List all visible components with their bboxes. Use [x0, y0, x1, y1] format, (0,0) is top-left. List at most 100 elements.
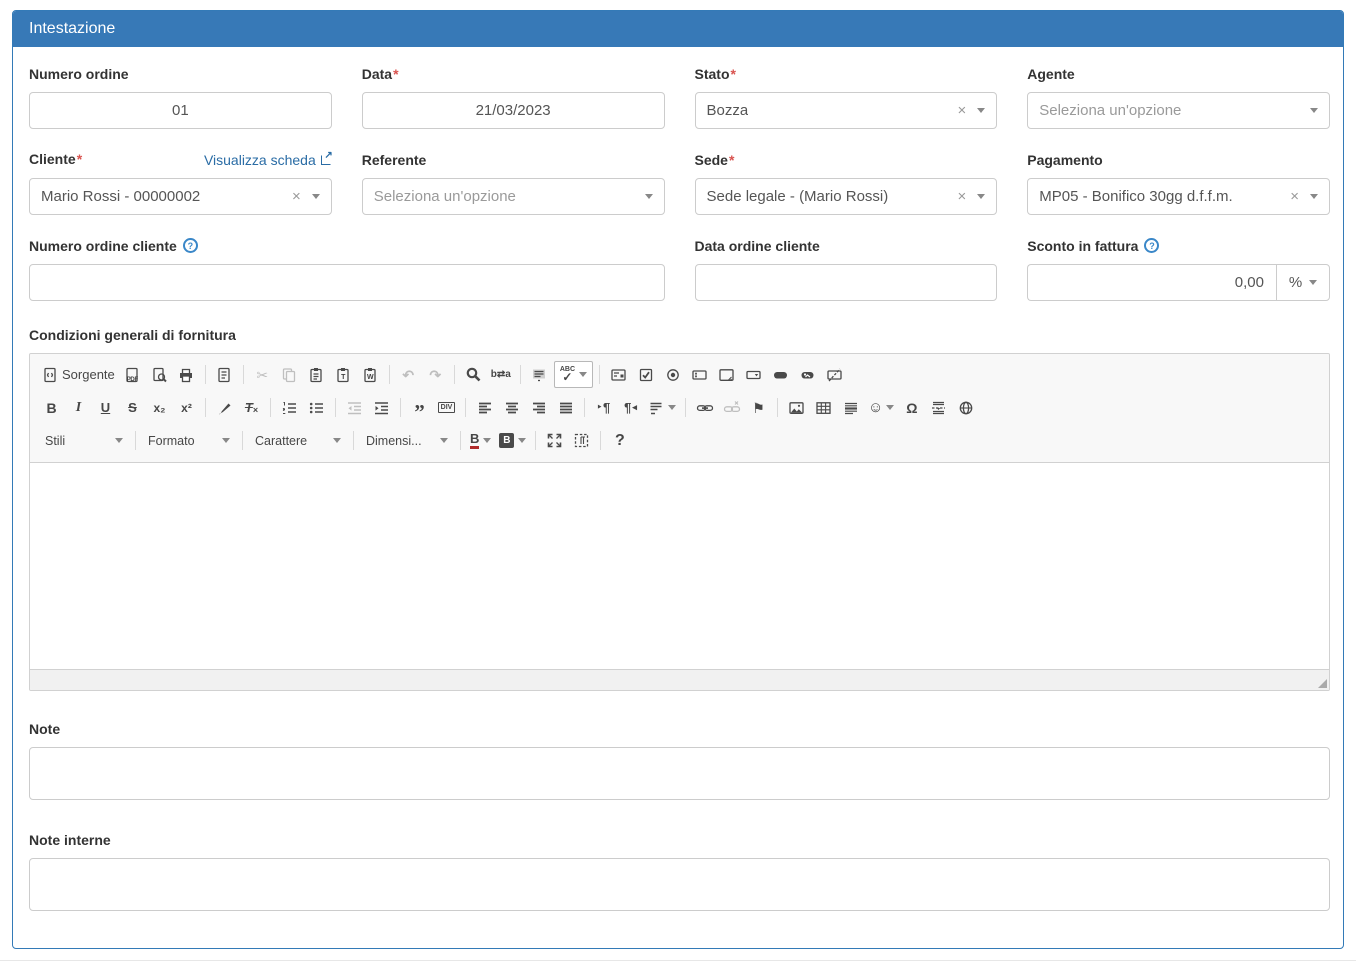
horizontal-rule-button[interactable] [838, 395, 863, 420]
show-blocks-button[interactable] [569, 428, 594, 453]
note-textarea[interactable] [29, 747, 1330, 800]
text-field-button[interactable] [687, 362, 712, 387]
button-button[interactable] [768, 362, 793, 387]
visualizza-scheda-link[interactable]: Visualizza scheda↗ [204, 152, 332, 168]
print-button[interactable] [174, 362, 199, 387]
align-left-button[interactable] [472, 395, 497, 420]
anchor-button[interactable]: ⚑ [746, 395, 771, 420]
copy-formatting-button[interactable] [212, 395, 237, 420]
special-character-button[interactable]: Ω [899, 395, 924, 420]
numbered-list-button[interactable] [277, 395, 302, 420]
data-input[interactable] [362, 92, 665, 129]
source-button[interactable]: Sorgente [39, 362, 118, 387]
sede-value: Sede legale - (Mario Rossi) [707, 188, 889, 205]
editor-content[interactable] [30, 463, 1329, 669]
sconto-unit-select[interactable]: % [1276, 264, 1330, 301]
format-combo-label: Formato [148, 434, 195, 448]
editor-resize-handle[interactable] [1318, 679, 1327, 688]
decrease-indent-button [342, 395, 367, 420]
cliente-select[interactable]: Mario Rossi - 00000002 × [29, 178, 332, 215]
font-combo[interactable]: Carattere [248, 428, 348, 453]
styles-combo[interactable]: Stili [38, 428, 130, 453]
help-icon[interactable]: ? [1144, 238, 1159, 253]
toolbar-separator [400, 398, 401, 417]
toolbar-separator [454, 365, 455, 384]
table-button[interactable] [811, 395, 836, 420]
field-agente: Agente Seleziona un'opzione [1027, 64, 1330, 129]
required-mark: * [393, 66, 398, 82]
sede-clear-icon[interactable]: × [951, 188, 977, 205]
toolbar-separator [335, 398, 336, 417]
paste-button[interactable] [304, 362, 329, 387]
bulleted-list-button[interactable] [304, 395, 329, 420]
strikethrough-button[interactable]: S [120, 395, 145, 420]
export-pdf-button[interactable]: PDF [120, 362, 145, 387]
smiley-button[interactable]: ☺ [865, 395, 897, 420]
language-button[interactable] [645, 395, 679, 420]
referente-select[interactable]: Seleziona un'opzione [362, 178, 665, 215]
chevron-down-icon [1310, 194, 1318, 199]
increase-indent-button[interactable] [369, 395, 394, 420]
hidden-field-button[interactable] [822, 362, 847, 387]
paste-word-button[interactable]: W [358, 362, 383, 387]
textarea-button[interactable] [714, 362, 739, 387]
show-blocks-icon [573, 432, 590, 449]
maximize-button[interactable] [542, 428, 567, 453]
sconto-input[interactable] [1027, 264, 1276, 301]
toolbar-separator [460, 431, 461, 450]
subscript-button[interactable]: x₂ [147, 395, 172, 420]
data-ordine-cliente-input[interactable] [695, 264, 998, 301]
note-interne-textarea[interactable] [29, 858, 1330, 911]
paste-text-button[interactable]: T [331, 362, 356, 387]
toolbar-row-3: Stili Formato Carattere Dimensi... B B [38, 424, 1321, 457]
cliente-clear-icon[interactable]: × [286, 188, 312, 205]
preview-button[interactable] [147, 362, 172, 387]
replace-button[interactable]: b⇄a [488, 362, 514, 387]
align-right-button[interactable] [526, 395, 551, 420]
numero-ordine-cliente-input[interactable] [29, 264, 665, 301]
italic-button[interactable]: I [66, 395, 91, 420]
underline-button[interactable]: U [93, 395, 118, 420]
superscript-button[interactable]: x² [174, 395, 199, 420]
numero-ordine-label: Numero ordine [29, 66, 129, 82]
select-all-button[interactable] [527, 362, 552, 387]
page-break-button[interactable] [926, 395, 951, 420]
iframe-button[interactable] [953, 395, 978, 420]
agente-select[interactable]: Seleziona un'opzione [1027, 92, 1330, 129]
blockquote-button[interactable]: ” [407, 395, 432, 420]
about-button[interactable]: ? [607, 428, 632, 453]
stato-select[interactable]: Bozza × [695, 92, 998, 129]
numero-ordine-input[interactable] [29, 92, 332, 129]
text-direction-rtl-button[interactable]: ¶◂ [618, 395, 643, 420]
link-button[interactable] [692, 395, 717, 420]
required-mark: * [77, 151, 82, 167]
format-combo[interactable]: Formato [141, 428, 237, 453]
chevron-down-icon [977, 194, 985, 199]
templates-button[interactable] [212, 362, 237, 387]
text-color-button[interactable]: B [467, 428, 494, 453]
pagamento-clear-icon[interactable]: × [1284, 188, 1310, 205]
align-center-button[interactable] [499, 395, 524, 420]
font-size-combo[interactable]: Dimensi... [359, 428, 455, 453]
select-field-button[interactable] [741, 362, 766, 387]
pagamento-select[interactable]: MP05 - Bonifico 30gg d.f.f.m. × [1027, 178, 1330, 215]
help-icon[interactable]: ? [183, 238, 198, 253]
redo-icon: ↷ [429, 368, 441, 382]
image-button[interactable] [784, 395, 809, 420]
stato-clear-icon[interactable]: × [951, 102, 977, 119]
sede-select[interactable]: Sede legale - (Mario Rossi) × [695, 178, 998, 215]
background-color-button[interactable]: B [496, 428, 529, 453]
bold-button[interactable]: B [39, 395, 64, 420]
div-container-button[interactable]: DIV [434, 395, 459, 420]
justify-button[interactable] [553, 395, 578, 420]
checkbox-button[interactable] [633, 362, 658, 387]
radio-button-button[interactable] [660, 362, 685, 387]
text-direction-ltr-button[interactable]: ‣¶ [591, 395, 616, 420]
remove-format-button[interactable]: T× [239, 395, 264, 420]
find-button[interactable] [461, 362, 486, 387]
unlink-button [719, 395, 744, 420]
form-button[interactable] [606, 362, 631, 387]
spellcheck-button[interactable]: ABC✓ [554, 361, 593, 388]
field-sconto: Sconto in fattura? % [1027, 236, 1330, 301]
image-button-button[interactable] [795, 362, 820, 387]
